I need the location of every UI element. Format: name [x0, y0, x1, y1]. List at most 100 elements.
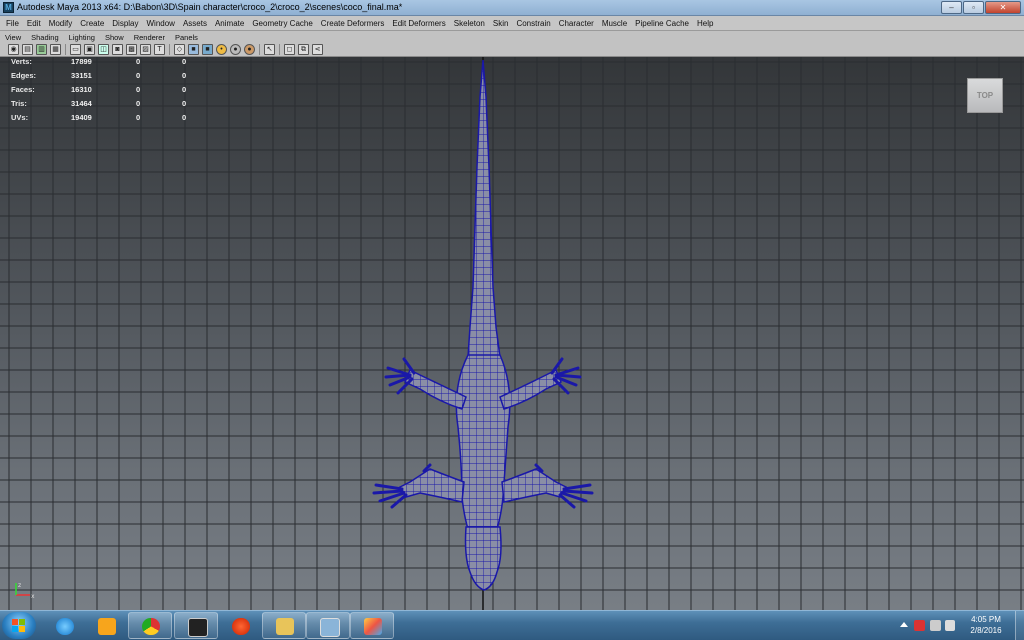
bookmark-icon[interactable]: ▤ [22, 44, 33, 55]
menu-window[interactable]: Window [143, 17, 179, 30]
front-right-foot-mesh [550, 357, 582, 395]
menu-constrain[interactable]: Constrain [512, 17, 554, 30]
menu-create-deformers[interactable]: Create Deformers [317, 17, 389, 30]
hud-value: 0 [136, 113, 141, 122]
taskbar-clock[interactable]: 4:05 PM 2/8/2016 [958, 614, 1014, 636]
menu-display[interactable]: Display [108, 17, 142, 30]
front-left-foot-mesh [384, 357, 416, 395]
hud-value: 17899 [71, 57, 92, 66]
panel-menu-show[interactable]: Show [100, 32, 129, 43]
cube-icon[interactable]: ■ [202, 44, 213, 55]
maximize-button[interactable]: ▫ [963, 1, 984, 14]
light-bulb-icon[interactable]: • [216, 44, 227, 55]
menu-skin[interactable]: Skin [489, 17, 513, 30]
hud-label: Tris: [11, 99, 27, 108]
image-plane-icon[interactable]: ▥ [36, 44, 47, 55]
minimize-button[interactable]: – [941, 1, 962, 14]
start-button[interactable] [2, 612, 36, 639]
menu-help[interactable]: Help [693, 17, 717, 30]
hud-row-verts: Verts: 17899 0 0 [11, 57, 202, 71]
hud-value: 19409 [71, 113, 92, 122]
grid-icon[interactable]: ▦ [50, 44, 61, 55]
sphere-icon[interactable]: ● [230, 44, 241, 55]
poly-count-hud: Verts: 17899 0 0 Edges: 33151 0 0 Faces:… [11, 57, 202, 127]
maya-app-icon: M [3, 2, 14, 13]
svg-text:z: z [18, 582, 21, 589]
panel-menu-panels[interactable]: Panels [170, 32, 203, 43]
internet-explorer-icon [56, 618, 74, 635]
show-hidden-icons-arrow-icon[interactable] [900, 622, 908, 627]
menu-muscle[interactable]: Muscle [598, 17, 631, 30]
avast-icon [232, 618, 250, 635]
menu-character[interactable]: Character [555, 17, 598, 30]
smooth-shade-icon[interactable]: ◙ [112, 44, 123, 55]
taskbar-paint[interactable] [350, 612, 394, 639]
isolate-icon[interactable]: ■ [188, 44, 199, 55]
hud-label: Edges: [11, 71, 37, 80]
hud-value: 16310 [71, 85, 92, 94]
windows-logo-icon [12, 619, 25, 632]
view-cube[interactable]: TOP [967, 78, 1003, 113]
clock-time: 4:05 PM [971, 615, 1001, 624]
resolution-gate-icon[interactable]: ▣ [84, 44, 95, 55]
menu-create[interactable]: Create [76, 17, 108, 30]
paint-icon [364, 618, 382, 635]
toolbar-separator [259, 44, 260, 55]
wireframe-icon[interactable]: ◫ [98, 44, 109, 55]
title-bar: M Autodesk Maya 2013 x64: D:\Babon\3D\Sp… [0, 0, 1024, 16]
panel-toolbar: ◉ ▤ ▥ ▦ ▭ ▣ ◫ ◙ ▩ ▨ T ◇ ■ ■ • ● ● ↖ ◻ ⧉ … [0, 43, 1024, 57]
volume-icon[interactable] [945, 620, 955, 631]
taskbar-screen-capture[interactable] [306, 612, 350, 639]
hud-value: 0 [136, 71, 141, 80]
taskbar-internet-explorer[interactable] [42, 612, 86, 639]
duplicate-icon[interactable]: ⧉ [298, 44, 309, 55]
panel-menu-shading[interactable]: Shading [26, 32, 64, 43]
menu-geometry-cache[interactable]: Geometry Cache [248, 17, 316, 30]
menu-file[interactable]: File [0, 17, 23, 30]
taskbar-file-explorer[interactable] [262, 612, 306, 639]
hud-label: Verts: [11, 57, 32, 66]
axis-gizmo-icon: x z [15, 582, 35, 600]
viewport-top[interactable]: Verts: 17899 0 0 Edges: 33151 0 0 Faces:… [0, 57, 1024, 610]
hud-label: Faces: [11, 85, 35, 94]
menu-edit[interactable]: Edit [23, 17, 45, 30]
taskbar-maya[interactable] [174, 612, 218, 639]
crocodile-wireframe-model[interactable] [0, 57, 1024, 610]
hind-right-leg-mesh [501, 468, 568, 503]
show-desktop-button[interactable] [1015, 611, 1024, 640]
taskbar-avast[interactable] [218, 612, 262, 639]
taskbar-media-player[interactable] [84, 612, 128, 639]
close-button[interactable]: ✕ [985, 1, 1021, 14]
screen-capture-icon [320, 618, 340, 637]
shaded-sphere-icon[interactable]: ● [244, 44, 255, 55]
xray-icon[interactable]: ◇ [174, 44, 185, 55]
menu-pipeline-cache[interactable]: Pipeline Cache [631, 17, 693, 30]
taskbar-chrome[interactable] [128, 612, 172, 639]
toolbar-separator [279, 44, 280, 55]
menu-modify[interactable]: Modify [45, 17, 77, 30]
panel-menu-view[interactable]: View [0, 32, 26, 43]
hud-value: 0 [136, 85, 141, 94]
toolbar-separator [169, 44, 170, 55]
camera-icon[interactable]: ◉ [8, 44, 19, 55]
film-gate-icon[interactable]: ▭ [70, 44, 81, 55]
menu-assets[interactable]: Assets [179, 17, 211, 30]
menu-edit-deformers[interactable]: Edit Deformers [388, 17, 449, 30]
panel-menu-lighting[interactable]: Lighting [64, 32, 100, 43]
body-mesh [455, 354, 511, 548]
textured-icon[interactable]: ▩ [126, 44, 137, 55]
share-icon[interactable]: ⋖ [312, 44, 323, 55]
lights-icon[interactable]: ▨ [140, 44, 151, 55]
file-explorer-icon [276, 618, 294, 635]
panel-menu-renderer[interactable]: Renderer [129, 32, 170, 43]
shadows-icon[interactable]: T [154, 44, 165, 55]
wire-cube-icon[interactable]: ◻ [284, 44, 295, 55]
menu-skeleton[interactable]: Skeleton [450, 17, 489, 30]
action-center-flag-icon[interactable] [914, 620, 925, 631]
select-icon[interactable]: ↖ [264, 44, 275, 55]
hud-row-uvs: UVs: 19409 0 0 [11, 113, 202, 127]
network-icon[interactable] [930, 620, 941, 631]
window-title: Autodesk Maya 2013 x64: D:\Babon\3D\Spai… [17, 2, 403, 12]
menu-animate[interactable]: Animate [211, 17, 248, 30]
hud-value: 0 [182, 99, 187, 108]
